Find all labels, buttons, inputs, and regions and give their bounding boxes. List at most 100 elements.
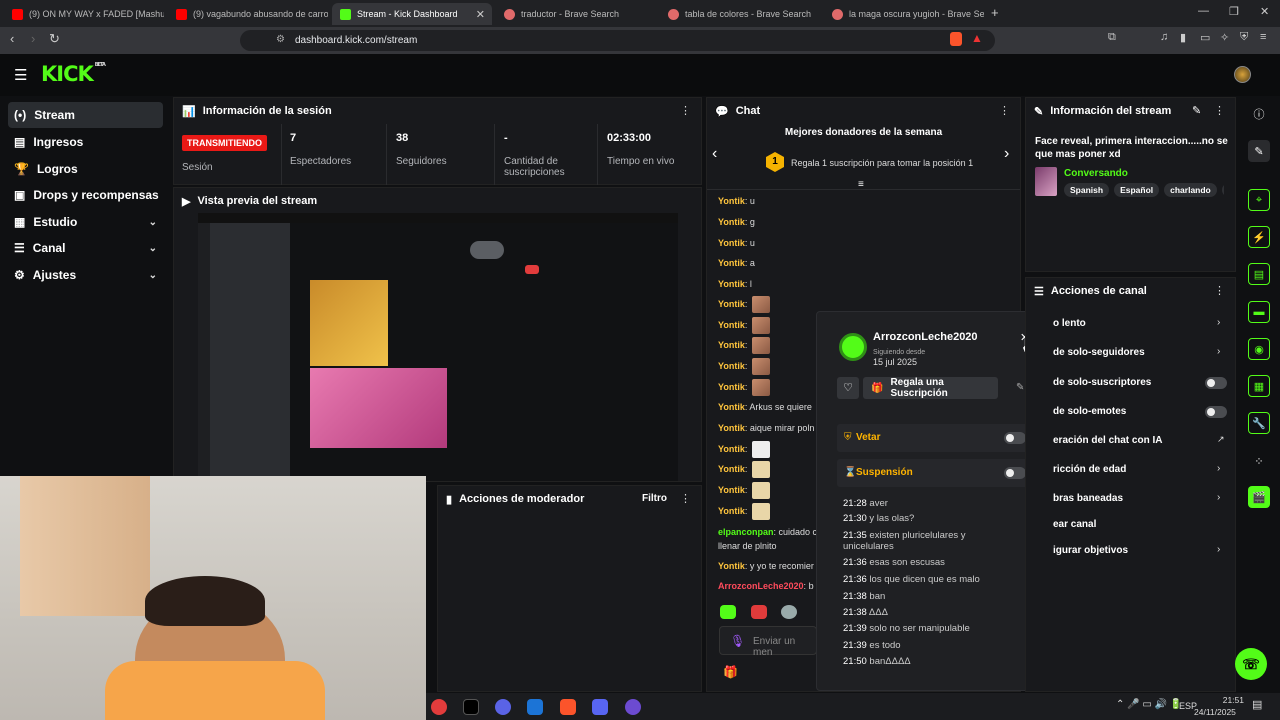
forward-icon[interactable]: › [31,31,35,46]
site-info-icon[interactable]: ⚙ [276,34,285,45]
microphone-icon[interactable]: 🎙 [730,634,745,648]
wrench-icon[interactable]: 🔧 [1248,412,1270,434]
lightning-icon[interactable]: ⚡ [1248,226,1270,248]
brave-icon[interactable] [560,699,576,715]
more-options-icon[interactable]: ⋮ [999,104,1010,117]
user-card-username[interactable]: ArrozconLeche2020 [873,331,978,343]
chevron-right-icon[interactable]: › [1217,492,1220,503]
sidebar-item-drops[interactable]: ▣ Drops y recompensas [8,182,163,208]
sidebar-item-ingresos[interactable]: ▤ Ingresos [8,129,163,155]
more-options-icon[interactable]: ⋮ [680,104,691,117]
app-icon[interactable] [527,699,543,715]
action-age-restriction[interactable]: ricción de edad [1053,464,1126,475]
sidebar-item-stream[interactable]: (•) Stream [8,102,163,128]
action-slow-mode[interactable]: o lento [1053,318,1086,329]
extensions-icon[interactable]: ⧉ [1108,31,1116,44]
tab-5[interactable]: la maga oscura yugioh - Brave Search [824,3,984,25]
user-avatar[interactable] [839,333,867,361]
clock-date[interactable]: 24/11/2025 [1194,707,1236,717]
sidebar-item-logros[interactable]: 🏆 Logros [8,156,163,182]
edit-icon[interactable]: ✎ [1192,104,1201,117]
tag-chip[interactable]: fr [1221,183,1224,197]
filter-button[interactable]: Filtro [642,493,667,504]
brave-shield-icon[interactable] [950,32,962,46]
vpn-icon[interactable]: ⛨ [1240,31,1248,44]
chat-rail-icon[interactable]: ▬ [1248,301,1270,323]
app-icon[interactable] [495,699,511,715]
brave-rewards-icon[interactable]: ▲ [971,31,983,45]
tiktok-icon[interactable] [463,699,479,715]
clock-time[interactable]: 21:51 [1210,695,1244,705]
tab-4[interactable]: tabla de colores - Brave Search [660,3,820,25]
emote-red[interactable] [751,605,767,619]
hamburger-icon[interactable]: ☰ [14,66,27,84]
tab-2[interactable]: Stream - Kick Dashboard ✕ [332,3,492,25]
url-field[interactable]: ⚙ dashboard.kick.com/stream [240,30,995,51]
subscribers-only-toggle[interactable] [1205,377,1227,389]
chevron-right-icon[interactable]: › [1217,463,1220,474]
action-set-goals[interactable]: igurar objetivos [1053,545,1128,556]
action-ai-moderation[interactable]: eración del chat con IA [1053,435,1162,446]
discord-icon[interactable] [592,699,608,715]
close-tab-icon[interactable]: ✕ [476,8,485,21]
stream-preview-video[interactable] [198,213,678,481]
minimize-icon[interactable]: — [1198,5,1209,17]
pencil-icon[interactable]: ✎ [1248,140,1270,162]
emote-face[interactable] [781,605,797,619]
app-icon[interactable] [431,699,447,715]
sidebar-item-ajustes[interactable]: ⚙ Ajustes ⌄ [8,262,163,288]
action-subscribers-only[interactable]: de solo-suscriptores [1053,377,1151,388]
tray-icons[interactable]: ⌃ 🎤 ▭ 🔊 🔋 [1116,699,1182,710]
obs-icon[interactable] [625,699,641,715]
ban-toggle[interactable] [1004,432,1026,444]
gift-icon[interactable]: 🎁 [723,665,738,679]
gift-subscription-button[interactable]: 🎁 Regala una Suscripción [863,377,998,399]
action-raid-channel[interactable]: ear canal [1053,519,1096,530]
media-icon[interactable]: ♫ [1160,31,1168,43]
broadcast-rail-icon[interactable]: ◉ [1248,338,1270,360]
new-tab-icon[interactable]: + [991,5,999,20]
tag-chip[interactable]: Spanish [1064,183,1110,197]
notifications-icon[interactable]: ▤ [1252,698,1262,711]
sidebar-toggle-icon[interactable]: ▮ [1180,31,1186,44]
reload-icon[interactable]: ↻ [49,31,60,47]
category-thumbnail[interactable] [1035,167,1057,196]
document-icon[interactable]: ▤ [1248,263,1270,285]
expand-icon[interactable]: ≡ [858,179,864,190]
heart-icon[interactable]: ♡ [837,377,859,399]
sidebar-item-estudio[interactable]: ▦ Estudio ⌄ [8,209,163,235]
maximize-icon[interactable]: ❐ [1229,5,1239,18]
timeout-toggle[interactable] [1004,467,1026,479]
scan-icon[interactable]: ⌖ [1248,189,1270,211]
menu-icon[interactable]: ≡ [1260,31,1266,43]
action-banned-words[interactable]: bras baneadas [1053,493,1123,504]
emote-green[interactable] [720,605,736,619]
chat-input[interactable]: 🎙 Enviar un men [719,626,817,658]
external-link-icon[interactable]: ↗ [1217,434,1225,445]
wallet-icon[interactable]: ▭ [1200,31,1210,44]
tag-chip[interactable]: charlando [1164,183,1217,197]
dots-cluster-icon[interactable]: ⁘ [1248,450,1270,472]
action-emotes-only[interactable]: de solo-emotes [1053,406,1126,417]
pin-icon[interactable]: ✎ [1016,382,1024,393]
avatar[interactable] [1234,66,1251,83]
action-followers-only[interactable]: de solo-seguidores [1053,347,1145,358]
kick-logo[interactable]: KICK BETA [41,62,106,86]
more-options-icon[interactable]: ⋮ [1214,104,1225,117]
close-window-icon[interactable]: ✕ [1260,5,1269,18]
tag-chip[interactable]: Español [1114,183,1160,197]
chevron-right-icon[interactable]: › [1004,145,1009,163]
tab-0[interactable]: (9) ON MY WAY x FADED [Mashup] [4,3,164,25]
tab-1[interactable]: (9) vagabundo abusando de carro - Y [168,3,328,25]
chevron-right-icon[interactable]: › [1217,544,1220,555]
layout-rail-icon[interactable]: ▦ [1248,375,1270,397]
info-icon[interactable]: ⓘ [1248,103,1270,125]
tab-3[interactable]: traductor - Brave Search [496,3,656,25]
more-options-icon[interactable]: ⋮ [680,492,691,505]
clapper-icon[interactable]: 🎬 [1248,486,1270,508]
emotes-only-toggle[interactable] [1205,406,1227,418]
chevron-right-icon[interactable]: › [1217,317,1220,328]
chevron-right-icon[interactable]: › [1217,346,1220,357]
chevron-left-icon[interactable]: ‹ [712,145,717,163]
back-icon[interactable]: ‹ [10,31,14,46]
